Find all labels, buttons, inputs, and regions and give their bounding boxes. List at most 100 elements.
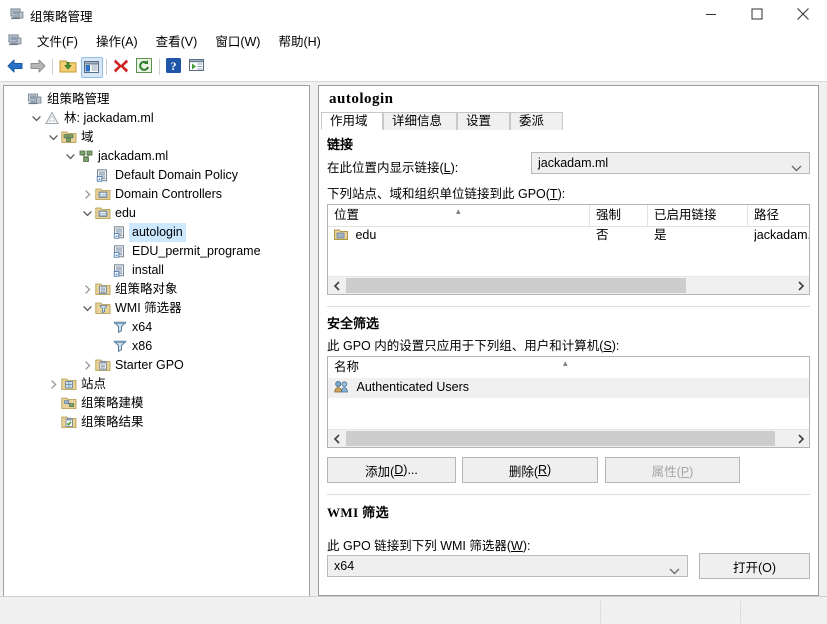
- tree-item[interactable]: x86: [4, 337, 309, 356]
- domain-icon: [77, 147, 95, 166]
- wmi-filter-value: x64: [334, 559, 355, 573]
- pane-splitter[interactable]: [310, 85, 316, 604]
- tree-item[interactable]: WMI 筛选器: [4, 299, 309, 318]
- tab-settings[interactable]: 设置: [457, 112, 510, 130]
- tree-item[interactable]: x64: [4, 318, 309, 337]
- security-listview-header: 名称 ▴: [328, 357, 809, 379]
- chevron-down-icon[interactable]: [46, 128, 60, 147]
- menu-item-view[interactable]: 查看(V): [147, 29, 207, 52]
- tree-item[interactable]: 组策略结果: [4, 413, 309, 432]
- tree-expander-none: [80, 166, 94, 185]
- starter-gpo-icon: [94, 356, 112, 375]
- column-path[interactable]: 路径: [748, 205, 809, 226]
- links-listview[interactable]: 位置 强制 已启用链接 路径 ▴ edu 否 是 jackadam: [327, 204, 810, 295]
- column-link-enabled[interactable]: 已启用链接: [648, 205, 748, 226]
- wmi-filter-icon: [111, 318, 129, 337]
- detail-pane: autologin 作用域 详细信息 设置 委派 链接 在此位置内显示链接(L)…: [318, 85, 819, 596]
- delete-icon[interactable]: [112, 57, 134, 78]
- tree-item-label: 组策略结果: [81, 415, 144, 429]
- menu-item-window[interactable]: 窗口(W): [206, 29, 269, 52]
- cell-link-enabled: 是: [654, 228, 667, 242]
- tree-item[interactable]: jackadam.ml: [4, 147, 309, 166]
- scope-combo[interactable]: jackadam.ml: [531, 152, 810, 174]
- links-listview-header: 位置 强制 已启用链接 路径 ▴: [328, 205, 809, 227]
- open-button[interactable]: 打开(O): [699, 553, 810, 579]
- menu-item-file[interactable]: 文件(F): [28, 29, 87, 52]
- chevron-down-icon[interactable]: [80, 299, 94, 318]
- tab-delegation[interactable]: 委派: [510, 112, 563, 130]
- security-horizontal-scrollbar[interactable]: [328, 429, 809, 447]
- chevron-down-icon[interactable]: [80, 204, 94, 223]
- help-icon[interactable]: ?: [165, 57, 187, 78]
- chevron-down-icon[interactable]: [29, 109, 43, 128]
- chevron-left-icon[interactable]: [328, 277, 345, 294]
- chevron-right-icon[interactable]: [80, 280, 94, 299]
- scrollbar-thumb[interactable]: [346, 278, 686, 293]
- chevron-down-icon[interactable]: [63, 147, 77, 166]
- tree-item[interactable]: 组策略对象: [4, 280, 309, 299]
- tab-scope[interactable]: 作用域: [321, 112, 383, 130]
- chevron-right-icon[interactable]: [792, 430, 809, 447]
- tree-item-label: Default Domain Policy: [115, 168, 238, 182]
- console-tree: 组策略管理林: jackadam.ml 域 jackadam.ml Default D…: [4, 90, 309, 432]
- close-button[interactable]: [780, 0, 826, 28]
- tree-item[interactable]: Starter GPO: [4, 356, 309, 375]
- table-row[interactable]: Authenticated Users: [328, 378, 809, 398]
- console-tree-pane: 组策略管理林: jackadam.ml 域 jackadam.ml Default D…: [3, 85, 310, 606]
- gpmc-icon: [7, 32, 23, 48]
- menu-item-action[interactable]: 操作(A): [87, 29, 147, 52]
- chevron-right-icon[interactable]: [80, 185, 94, 204]
- tab-details[interactable]: 详细信息: [383, 112, 457, 130]
- chevron-right-icon[interactable]: [46, 375, 60, 394]
- tab-strip: 作用域 详细信息 设置 委派: [319, 112, 818, 131]
- gpo-link-icon: [111, 223, 129, 242]
- window-title: 组策略管理: [30, 10, 93, 24]
- back-arrow-icon[interactable]: [5, 57, 27, 78]
- forward-arrow-icon[interactable]: [28, 57, 50, 78]
- tree-item-label: Starter GPO: [115, 358, 184, 372]
- maximize-button[interactable]: [734, 0, 780, 28]
- column-name[interactable]: 名称: [328, 357, 809, 378]
- scrollbar-thumb[interactable]: [346, 431, 775, 446]
- tree-item[interactable]: autologin: [4, 223, 309, 242]
- minimize-button[interactable]: [688, 0, 734, 28]
- tree-item[interactable]: EDU_permit_programe: [4, 242, 309, 261]
- column-enforced[interactable]: 强制: [590, 205, 648, 226]
- properties-icon[interactable]: [188, 57, 210, 78]
- tree-item[interactable]: 组策略建模: [4, 394, 309, 413]
- up-folder-icon[interactable]: [58, 57, 80, 78]
- tree-item[interactable]: Domain Controllers: [4, 185, 309, 204]
- chevron-down-icon: [791, 161, 802, 175]
- wmi-filter-combo[interactable]: x64: [327, 555, 688, 577]
- tree-item[interactable]: 站点: [4, 375, 309, 394]
- show-hide-tree-icon[interactable]: [81, 57, 103, 78]
- forest-icon: [43, 109, 61, 128]
- add-button[interactable]: 添加(D)...: [327, 457, 456, 483]
- tree-item-label: 组策略管理: [47, 92, 110, 106]
- tree-expander-none: [12, 90, 26, 109]
- tree-item-label: 组策略建模: [81, 396, 144, 410]
- tree-item[interactable]: 域: [4, 128, 309, 147]
- modeling-icon: [60, 394, 78, 413]
- cell-path: jackadam.ml/ed: [754, 228, 809, 242]
- remove-button[interactable]: 删除(R): [462, 457, 598, 483]
- scope-tab-panel: 链接 在此位置内显示链接(L): jackadam.ml 下列站点、域和组织单位…: [319, 130, 818, 595]
- tree-item[interactable]: install: [4, 261, 309, 280]
- gpo-link-icon: [111, 242, 129, 261]
- chevron-right-icon[interactable]: [80, 356, 94, 375]
- refresh-icon[interactable]: [135, 57, 157, 78]
- tree-expander-none: [97, 337, 111, 356]
- chevron-right-icon[interactable]: [792, 277, 809, 294]
- security-listview[interactable]: 名称 ▴ Authenticated Users: [327, 356, 810, 448]
- links-horizontal-scrollbar[interactable]: [328, 276, 809, 294]
- tree-item[interactable]: 林: jackadam.ml: [4, 109, 309, 128]
- group-divider: [327, 494, 810, 495]
- tree-item[interactable]: 组策略管理: [4, 90, 309, 109]
- menu-item-help[interactable]: 帮助(H): [269, 29, 329, 52]
- tree-item[interactable]: Default Domain Policy: [4, 166, 309, 185]
- table-row[interactable]: edu 否 是 jackadam.ml/ed: [328, 226, 809, 246]
- chevron-left-icon[interactable]: [328, 430, 345, 447]
- sort-ascending-icon: ▴: [456, 206, 461, 216]
- tree-item[interactable]: edu: [4, 204, 309, 223]
- tree-expander-none: [97, 318, 111, 337]
